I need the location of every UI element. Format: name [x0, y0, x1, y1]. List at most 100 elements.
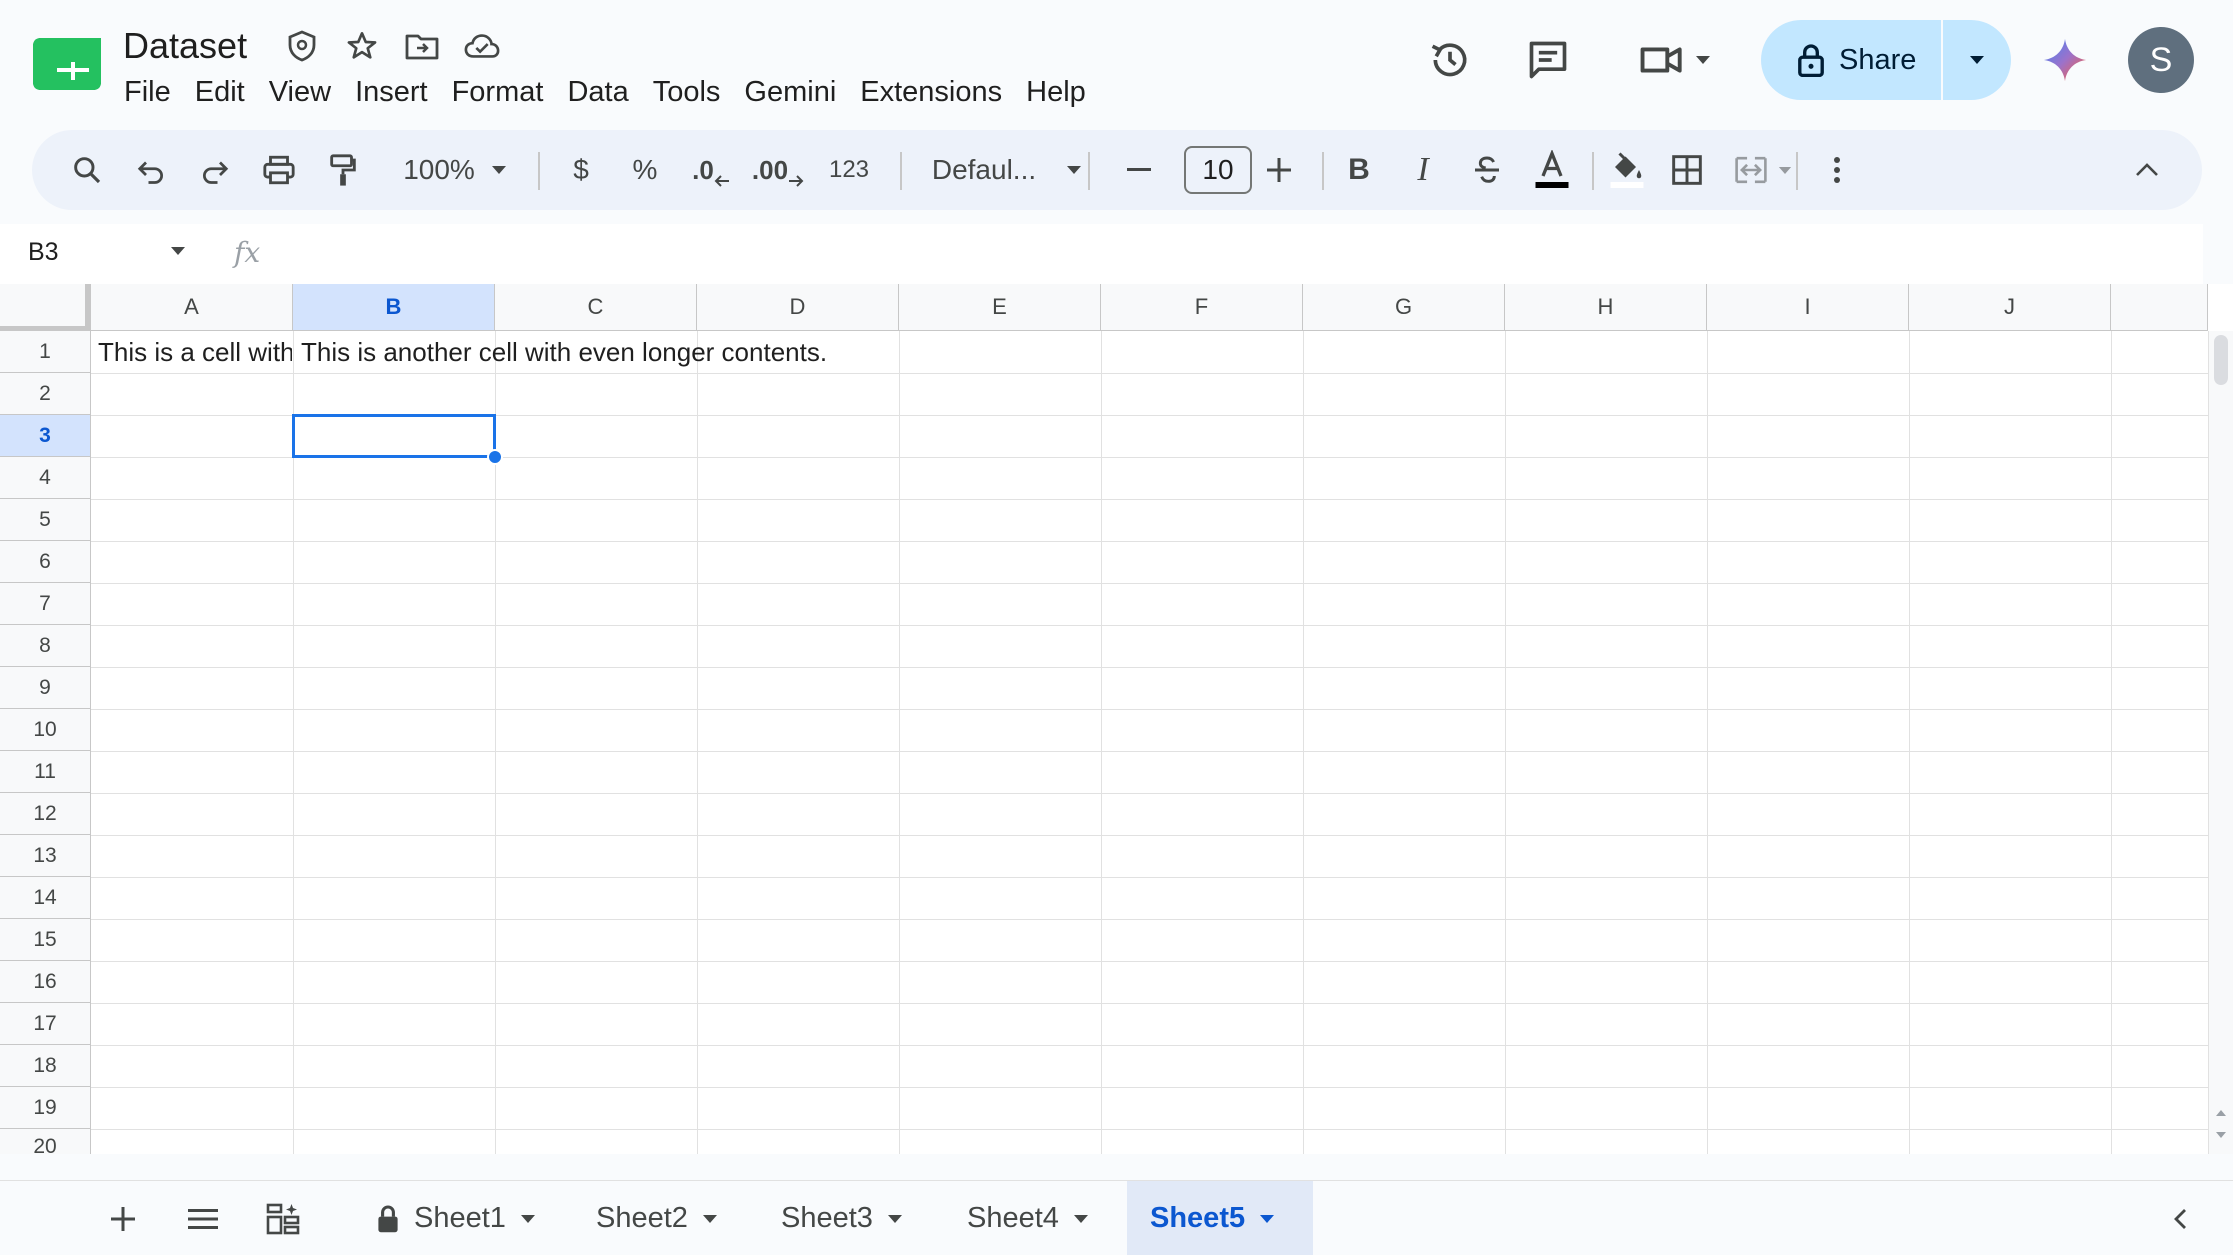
zoom-select[interactable]: 100% — [390, 130, 520, 210]
account-avatar[interactable]: S — [2128, 27, 2194, 93]
row-header-12[interactable]: 12 — [0, 793, 91, 835]
row-header-11[interactable]: 11 — [0, 751, 91, 793]
select-all-corner[interactable] — [0, 284, 91, 331]
percent-format-button[interactable]: % — [620, 130, 670, 210]
menu-help[interactable]: Help — [1014, 70, 1098, 114]
column-header-j[interactable]: J — [1909, 284, 2111, 331]
row-header-19[interactable]: 19 — [0, 1087, 91, 1129]
fill-handle[interactable] — [487, 449, 503, 465]
share-options-button[interactable] — [1943, 20, 2011, 100]
comments-icon[interactable] — [1518, 30, 1578, 90]
sheet-tab-4[interactable]: Sheet4 — [947, 1181, 1109, 1255]
paint-format-icon[interactable] — [320, 130, 366, 210]
row-header-8[interactable]: 8 — [0, 625, 91, 667]
scroll-up-icon[interactable] — [2215, 1109, 2227, 1117]
side-panel-toggle-icon[interactable] — [2160, 1181, 2200, 1255]
column-header-f[interactable]: F — [1101, 284, 1303, 331]
add-sheet-icon[interactable] — [100, 1181, 146, 1255]
column-header-i[interactable]: I — [1707, 284, 1909, 331]
currency-format-button[interactable]: $ — [556, 130, 606, 210]
text-color-icon[interactable] — [1524, 130, 1580, 210]
name-box[interactable]: B3 — [28, 238, 59, 267]
sheet-tab-2[interactable]: Sheet2 — [576, 1181, 738, 1255]
sheet-tab-3[interactable]: Sheet3 — [761, 1181, 923, 1255]
vertical-scrollbar[interactable] — [2208, 331, 2233, 1154]
cell-b1[interactable]: This is another cell with even longer co… — [294, 331, 994, 372]
row-header-9[interactable]: 9 — [0, 667, 91, 709]
column-header-d[interactable]: D — [697, 284, 899, 331]
menu-extensions[interactable]: Extensions — [848, 70, 1014, 114]
more-options-icon[interactable] — [1812, 130, 1862, 210]
scroll-down-icon[interactable] — [2215, 1131, 2227, 1139]
sheet-tab-1[interactable]: Sheet1 — [356, 1181, 556, 1255]
row-header-18[interactable]: 18 — [0, 1045, 91, 1087]
column-header-c[interactable]: C — [495, 284, 697, 331]
row-header-6[interactable]: 6 — [0, 541, 91, 583]
row-header-16[interactable]: 16 — [0, 961, 91, 1003]
menu-gemini[interactable]: Gemini — [732, 70, 848, 114]
row-header-13[interactable]: 13 — [0, 835, 91, 877]
font-family-select[interactable]: Defaul... — [912, 130, 1102, 210]
strikethrough-icon[interactable] — [1462, 130, 1512, 210]
row-header-10[interactable]: 10 — [0, 709, 91, 751]
selected-cell-b3[interactable] — [292, 414, 496, 458]
print-icon[interactable] — [256, 130, 302, 210]
sheet-tab-5[interactable]: Sheet5 — [1127, 1181, 1313, 1255]
row-header-17[interactable]: 17 — [0, 1003, 91, 1045]
decrease-decimal-button[interactable]: .0 — [684, 130, 738, 210]
increase-font-size-icon[interactable] — [1254, 130, 1304, 210]
merge-cells-button[interactable] — [1718, 130, 1808, 210]
menu-data[interactable]: Data — [555, 70, 640, 114]
sheets-logo-icon[interactable] — [33, 38, 101, 90]
row-header-2[interactable]: 2 — [0, 373, 91, 415]
star-icon[interactable] — [344, 28, 380, 64]
menu-tools[interactable]: Tools — [641, 70, 733, 114]
column-header-g[interactable]: G — [1303, 284, 1505, 331]
meet-button[interactable] — [1630, 30, 1720, 90]
row-header-1[interactable]: 1 — [0, 331, 91, 373]
cell-a1[interactable]: This is a cell with — [91, 331, 292, 372]
chevron-down-icon[interactable] — [170, 246, 186, 256]
column-header-k[interactable] — [2111, 284, 2208, 331]
undo-icon[interactable] — [128, 130, 174, 210]
column-header-b[interactable]: B — [293, 284, 495, 331]
bold-button[interactable]: B — [1334, 130, 1384, 210]
menu-file[interactable]: File — [112, 70, 183, 114]
row-header-4[interactable]: 4 — [0, 457, 91, 499]
version-history-icon[interactable] — [1420, 30, 1480, 90]
row-header-7[interactable]: 7 — [0, 583, 91, 625]
row-header-3[interactable]: 3 — [0, 415, 91, 457]
all-sheets-menu-icon[interactable] — [180, 1181, 226, 1255]
search-menus-icon[interactable] — [62, 130, 112, 210]
gemini-sparkle-icon[interactable] — [2040, 35, 2090, 85]
document-title[interactable]: Dataset — [123, 24, 247, 68]
row-header-5[interactable]: 5 — [0, 499, 91, 541]
italic-button[interactable]: I — [1398, 130, 1448, 210]
explore-icon[interactable] — [260, 1181, 306, 1255]
formula-input[interactable] — [290, 234, 2170, 274]
menu-format[interactable]: Format — [440, 70, 556, 114]
borders-icon[interactable] — [1662, 130, 1712, 210]
menu-view[interactable]: View — [257, 70, 343, 114]
cloud-saved-icon[interactable] — [464, 28, 500, 64]
redo-icon[interactable] — [192, 130, 238, 210]
fill-color-icon[interactable] — [1598, 130, 1656, 210]
column-header-a[interactable]: A — [91, 284, 293, 331]
column-header-e[interactable]: E — [899, 284, 1101, 331]
row-header-14[interactable]: 14 — [0, 877, 91, 919]
share-button[interactable]: Share — [1761, 20, 2011, 100]
decrease-font-size-icon[interactable] — [1114, 130, 1164, 210]
move-folder-icon[interactable] — [404, 28, 440, 64]
menu-insert[interactable]: Insert — [343, 70, 440, 114]
more-formats-button[interactable]: 123 — [816, 130, 882, 210]
row-header-20[interactable]: 20 — [0, 1129, 91, 1154]
security-shield-icon[interactable] — [284, 28, 320, 64]
collapse-toolbar-icon[interactable] — [2122, 130, 2172, 210]
font-size-input[interactable]: 10 — [1184, 146, 1252, 194]
row-header-15[interactable]: 15 — [0, 919, 91, 961]
increase-decimal-button[interactable]: .00 — [748, 130, 808, 210]
menu-edit[interactable]: Edit — [183, 70, 257, 114]
spreadsheet-grid[interactable]: A B C D E F G H I J 1 2 3 4 5 6 7 8 9 10… — [0, 284, 2233, 1154]
vertical-scroll-thumb[interactable] — [2214, 335, 2228, 385]
column-header-h[interactable]: H — [1505, 284, 1707, 331]
